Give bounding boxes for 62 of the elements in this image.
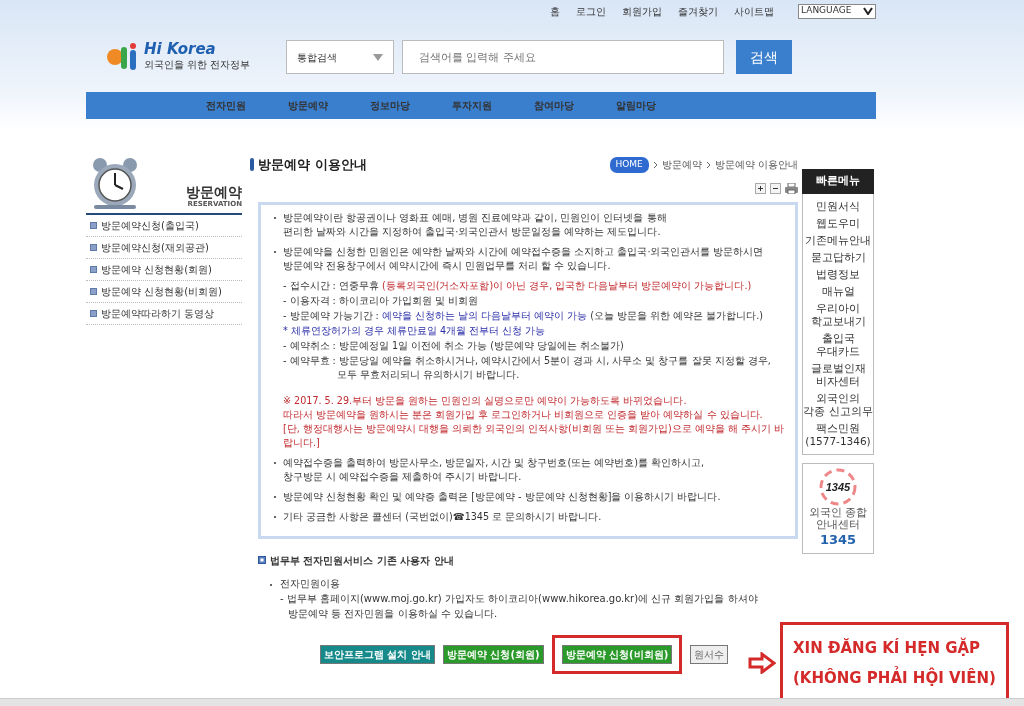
- quick-menu-item[interactable]: 웹도우미: [803, 214, 873, 232]
- dropdown-arrow-icon: [373, 53, 383, 61]
- info-text: * 체류연장허가의 경우 체류만료일 4개월 전부터 신청 가능: [283, 323, 547, 338]
- info-text: - 법무부 홈페이지(www.moj.go.kr) 가입자도 하이코리아(www.hikorea.go.kr)에 신규 회원가입을 하셔야 방문예약 등 전자민원을 이용하실 수 있습니다.: [280, 591, 759, 621]
- sidebar-item[interactable]: 방문예약 신청현황(비회원): [86, 281, 242, 303]
- top-link[interactable]: 즐겨찾기: [678, 3, 718, 19]
- sidebar-item[interactable]: 방문예약신청(재외공관): [86, 237, 242, 259]
- quick-menu-item[interactable]: 묻고답하기: [803, 248, 873, 266]
- top-link[interactable]: 회원가입: [622, 3, 662, 19]
- quick-menu-item[interactable]: 법령정보: [803, 265, 873, 283]
- action-button[interactable]: 보안프로그램 설치 안내: [320, 644, 435, 664]
- square-bullet-icon: [258, 556, 266, 564]
- top-link[interactable]: 홈: [550, 3, 560, 19]
- action-button[interactable]: 방문예약 신청(회원): [442, 644, 544, 664]
- info-text: 예약접수증을 출력하여 방문사무소, 방문일자, 시간 및 창구번호(또는 예약번호)를 확인하시고, 창구방문 시 예약접수증을 제출하여 주시기 바랍니다.: [283, 455, 706, 484]
- title-marker-icon: [250, 158, 254, 172]
- info-text: - 예약취소 : 방문예정일 1일 이전에 취소 가능 (방문예약 당일에는 취소불가): [283, 338, 625, 353]
- quick-menu-title: 빠른메뉴: [802, 169, 874, 194]
- info-text: 방문예약이란 항공권이나 영화표 예매, 병원 진료예약과 같이, 민원인이 인터넷을 통해 편리한 날짜와 시간을 지정하여 출입국·외국인관서 방문일정을 예약하는 제도입니다.: [283, 210, 668, 239]
- breadcrumb-home[interactable]: HOME: [609, 157, 649, 173]
- chevron-icon: [705, 160, 711, 169]
- info-text: - 방문예약 가능기간 : 예약을 신청하는 날의 다음날부터 예약이 가능 (오늘 방문을 위한 예약은 불가합니다.): [283, 308, 764, 323]
- search-field[interactable]: 검색어를 입력해 주세요: [402, 40, 724, 74]
- notice-text: ※ 2017. 5. 29.부터 방문을 원하는 민원인의 실명으로만 예약이 가능하도록 바뀌었습니다. 따라서 방문예약을 원하시는 분은 회원가입 후 로그인하거나 비회원으로 인증을 받아 예약하실 수 있습니다. [단, 행정대행사는 방문예약시 대행을 의뢰한 외국인의 인적사항(비회원 또는 회원가입)으로 예약을 해 주시기 바랍니다.]: [283, 393, 785, 450]
- sidebar-item[interactable]: 방문예약 신청현황(회원): [86, 259, 242, 281]
- chevron-icon: [652, 160, 658, 169]
- info-text: 기타 궁금한 사항은 콜센터 (국번없이)☎1345 로 문의하시기 바랍니다.: [283, 509, 603, 524]
- quick-menu-item[interactable]: 글로벌인재 비자센터: [803, 359, 873, 390]
- quick-menu-item[interactable]: 매뉴얼: [803, 282, 873, 300]
- print-icon: [785, 182, 798, 194]
- zoom-in-icon: [755, 182, 766, 194]
- info-text: - 접수시간 : 연중무휴 (등록외국인(거소자포함)이 아닌 경우, 입국한 다음날부터 방문예약이 가능합니다.): [283, 278, 753, 293]
- quick-menu-item[interactable]: 외국인의 각종 신고의무: [803, 389, 873, 420]
- quick-menu-item[interactable]: 팩스민원 (1577-1346): [803, 419, 873, 450]
- quick-menu-item[interactable]: 기존메뉴안내: [803, 231, 873, 249]
- breadcrumb-item: 방문예약 이용안내: [714, 158, 798, 173]
- action-button[interactable]: 원서수: [690, 644, 729, 664]
- top-link[interactable]: 사이트맵: [734, 3, 774, 19]
- breadcrumb-item[interactable]: 방문예약: [661, 157, 702, 173]
- search-button[interactable]: 검색: [736, 40, 792, 74]
- action-button[interactable]: 방문예약 신청(비회원): [561, 644, 673, 664]
- quick-menu-item[interactable]: 출입국 우대카드: [803, 329, 873, 360]
- quick-menu-item[interactable]: 우리아이 학교보내기: [803, 299, 873, 330]
- info-text: 전자민원이용: [280, 576, 340, 591]
- info-text: 방문예약을 신청한 민원인은 예약한 날짜와 시간에 예약접수증을 소지하고 출입국·외국인관서를 방문하시면 방문예약 전용창구에서 예약시간에 즉시 민원업무를 처리 할 수 있습니다.: [283, 244, 765, 273]
- info-text: 방문예약 신청현황 확인 및 예약증 출력은 [방문예약 - 방문예약 신청현황]을 이용하시기 바랍니다.: [283, 489, 722, 504]
- info-text: - 이용자격 : 하이코리아 가입회원 및 비회원: [283, 293, 479, 308]
- logo-text: Hi Korea: [144, 42, 217, 57]
- zoom-out-icon: [770, 182, 781, 194]
- top-link[interactable]: 로그인: [576, 3, 606, 19]
- info-text: - 예약무효 : 방문당일 예약을 취소하시거나, 예약시간에서 5분이 경과 시, 사무소 및 창구를 잘못 지정할 경우, 모두 무효처리되니 유의하시기 바랍니다.: [283, 353, 772, 382]
- call-center-banner[interactable]: 1345 외국인 종합 안내센터 1345: [802, 462, 874, 554]
- arrow-icon: [748, 652, 776, 674]
- section-title: 법무부 전자민원서비스 기존 사용자 안내: [270, 553, 454, 568]
- page-title: 방문예약 이용안내: [258, 156, 367, 174]
- language-select[interactable]: LANGUAGE: [798, 3, 876, 19]
- search-category-select[interactable]: 통합검색: [286, 40, 394, 74]
- sidebar-item[interactable]: 방문예약따라하기 동영상: [86, 303, 242, 325]
- logo-tagline: 외국인을 위한 전자정부: [144, 58, 251, 72]
- sidebar-title: 방문예약: [186, 184, 242, 199]
- sidebar-item[interactable]: 방문예약신청(출입국): [86, 215, 242, 237]
- quick-menu-item[interactable]: 민원서식: [803, 197, 873, 215]
